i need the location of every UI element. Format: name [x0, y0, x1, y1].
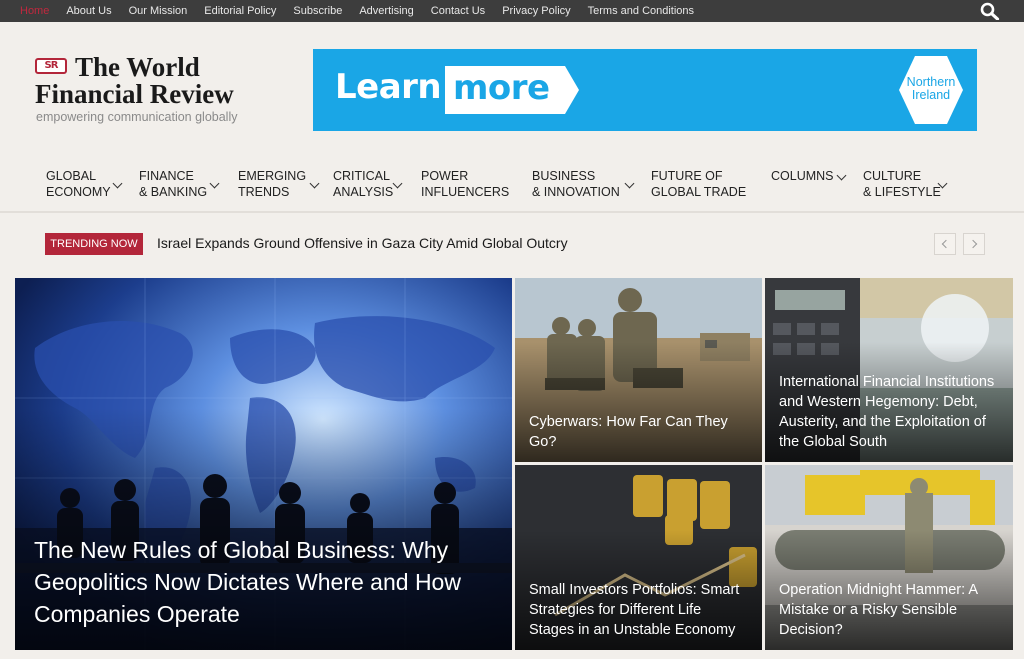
top-nav-subscribe[interactable]: Subscribe: [293, 5, 342, 17]
trending-headline[interactable]: Israel Expands Ground Offensive in Gaza …: [157, 235, 568, 251]
site-logo[interactable]: SR The World Financial Review empowering…: [35, 52, 265, 128]
nav-future-of-global-trade[interactable]: FUTURE OF GLOBAL TRADE: [651, 168, 746, 200]
chevron-right-icon: [968, 239, 978, 249]
nav-business-innovation[interactable]: BUSINESS & INNOVATION: [532, 168, 635, 200]
article-small-investors-portfolios[interactable]: Small Investors Portfolios: Smart Strate…: [515, 465, 762, 650]
chevron-down-icon: [309, 178, 320, 189]
ad-learn-text: Learn: [335, 67, 442, 107]
nav-global-economy[interactable]: GLOBAL ECONOMY: [46, 168, 123, 200]
nav-culture-lifestyle[interactable]: CULTURE & LIFESTYLE: [863, 168, 948, 200]
search-button[interactable]: [980, 2, 1000, 21]
nav-critical-analysis[interactable]: CRITICAL ANALYSIS: [333, 168, 403, 200]
article-title: Cyberwars: How Far Can They Go?: [529, 414, 728, 450]
top-nav-contact-us[interactable]: Contact Us: [431, 5, 485, 17]
article-title: Small Investors Portfolios: Smart Strate…: [529, 582, 740, 638]
ad-badge-logo: Northern Ireland: [899, 56, 963, 124]
trending-next-button[interactable]: [963, 233, 985, 255]
nav-columns[interactable]: COLUMNS: [771, 168, 847, 184]
top-nav-terms[interactable]: Terms and Conditions: [588, 5, 694, 17]
trending-label: TRENDING NOW: [45, 233, 143, 255]
article-cyberwars[interactable]: Cyberwars: How Far Can They Go?: [515, 278, 762, 462]
top-nav-home[interactable]: Home: [20, 5, 49, 17]
chevron-down-icon: [209, 178, 220, 189]
article-title: The New Rules of Global Business: Why Ge…: [34, 537, 461, 627]
nav-finance-banking[interactable]: FINANCE & BANKING: [139, 168, 220, 200]
chevron-down-icon: [392, 178, 403, 189]
article-title: International Financial Institutions and…: [779, 374, 995, 450]
top-nav: Home About Us Our Mission Editorial Poli…: [20, 0, 711, 22]
ad-arrow: [565, 66, 579, 114]
top-nav-privacy-policy[interactable]: Privacy Policy: [502, 5, 570, 17]
chevron-down-icon: [624, 178, 635, 189]
chevron-left-icon: [941, 239, 951, 249]
ad-more-box: more: [445, 66, 565, 114]
trending-prev-button[interactable]: [934, 233, 956, 255]
chevron-down-icon: [836, 170, 847, 181]
top-nav-our-mission[interactable]: Our Mission: [129, 5, 188, 17]
nav-power-influencers[interactable]: POWER INFLUENCERS: [421, 168, 509, 200]
top-nav-advertising[interactable]: Advertising: [359, 5, 413, 17]
logo-mark: SR: [35, 58, 67, 74]
chevron-down-icon: [112, 178, 123, 189]
search-icon: [980, 2, 1000, 21]
header-divider: [0, 211, 1024, 213]
featured-article-global-business[interactable]: The New Rules of Global Business: Why Ge…: [15, 278, 512, 650]
nav-emerging-trends[interactable]: EMERGING TRENDS: [238, 168, 320, 200]
article-title: Operation Midnight Hammer: A Mistake or …: [779, 582, 978, 638]
article-operation-midnight-hammer[interactable]: Operation Midnight Hammer: A Mistake or …: [765, 465, 1013, 650]
logo-title-line2: Financial Review: [35, 79, 234, 109]
article-international-financial-institutions[interactable]: International Financial Institutions and…: [765, 278, 1013, 462]
logo-tagline: empowering communication globally: [36, 110, 238, 124]
top-nav-about-us[interactable]: About Us: [66, 5, 111, 17]
banner-ad[interactable]: Learn more Northern Ireland: [313, 49, 977, 131]
top-nav-editorial-policy[interactable]: Editorial Policy: [204, 5, 276, 17]
top-bar: Home About Us Our Mission Editorial Poli…: [0, 0, 1024, 22]
main-nav: GLOBAL ECONOMY FINANCE & BANKING EMERGIN…: [0, 160, 1024, 210]
